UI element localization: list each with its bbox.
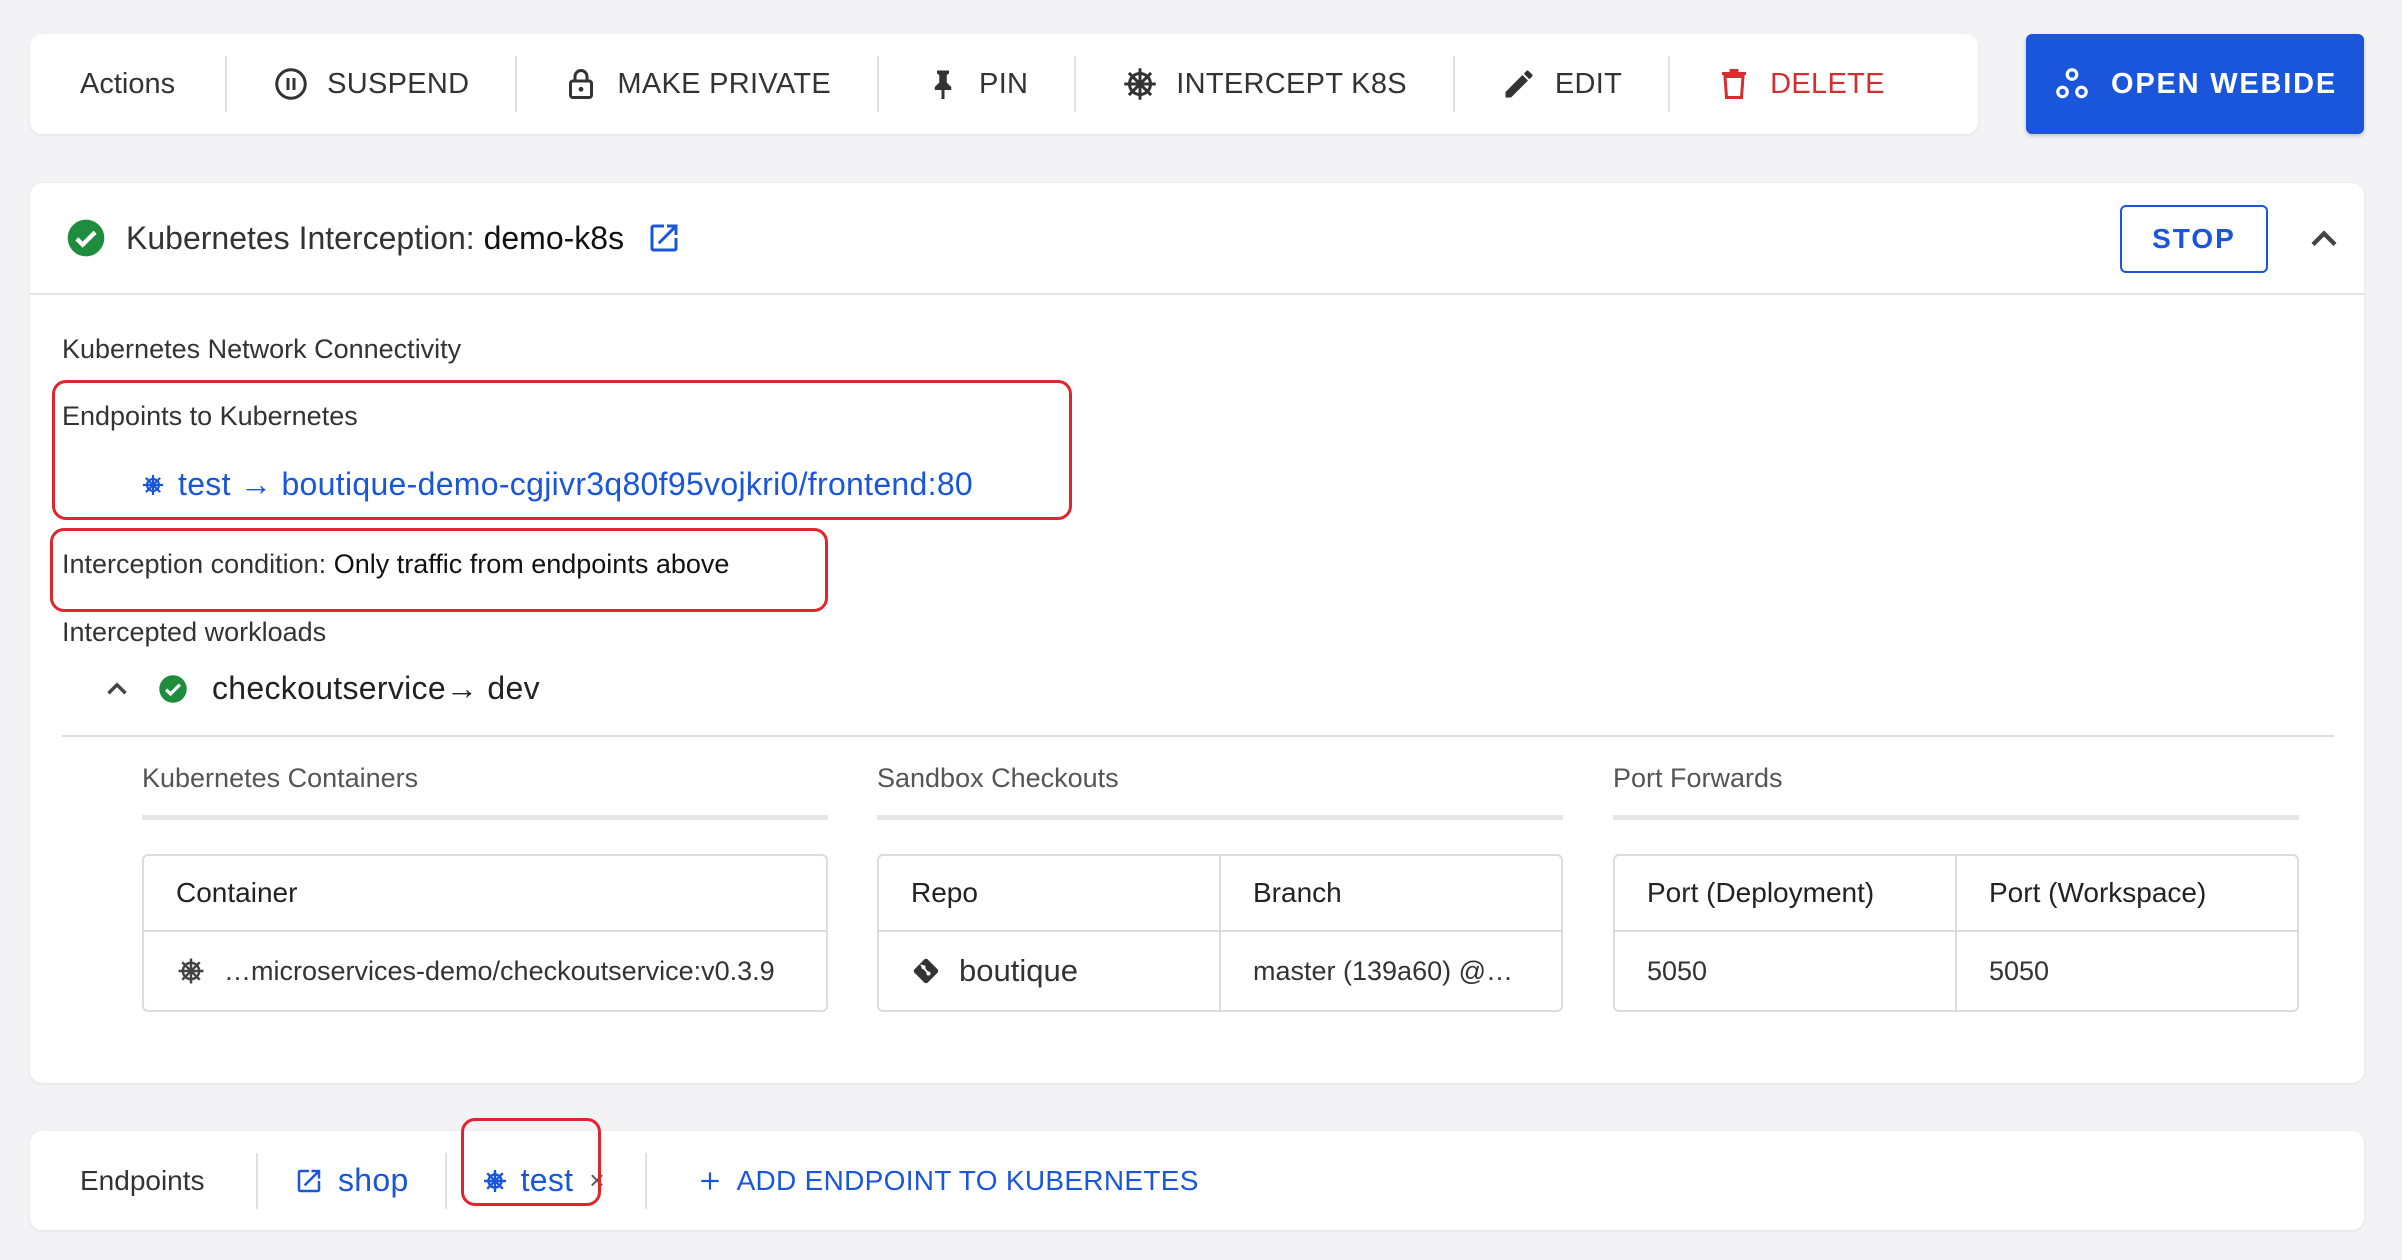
- endpoint-link-label: test → boutique-demo-cgjivr3q80f95vojkri…: [178, 466, 974, 502]
- section-title: Port Forwards: [1613, 763, 1783, 793]
- interception-name: demo-k8s: [483, 219, 625, 256]
- make-private-label: MAKE PRIVATE: [617, 67, 832, 100]
- endpoints-bar: Endpoints shop test × ADD ENDPOINT TO KU…: [30, 1118, 2364, 1230]
- stop-button[interactable]: STOP: [2120, 205, 2268, 273]
- kubernetes-containers-section: Kubernetes Containers Container …microse…: [142, 763, 828, 1012]
- chevron-up-icon[interactable]: [100, 672, 134, 706]
- interception-header: Kubernetes Interception: demo-k8s STOP: [30, 183, 2364, 295]
- trash-icon: [1722, 69, 1747, 99]
- check-circle-icon: [67, 219, 105, 257]
- table-cell: master (139a60) @…: [1219, 932, 1561, 1010]
- section-underline: [1613, 815, 2299, 820]
- pin-button[interactable]: PIN: [879, 34, 1074, 134]
- external-link-icon[interactable]: [646, 220, 682, 256]
- make-private-button[interactable]: MAKE PRIVATE: [517, 34, 877, 134]
- add-endpoint-button[interactable]: ADD ENDPOINT TO KUBERNETES: [647, 1165, 1199, 1197]
- chevron-up-icon[interactable]: [2302, 217, 2346, 261]
- table-header: Repo Branch: [879, 856, 1561, 932]
- suspend-button[interactable]: SUSPEND: [227, 34, 515, 134]
- table-cell: …microservices-demo/checkoutservice:v0.3…: [144, 932, 826, 1010]
- endpoints-to-kubernetes-heading: Endpoints to Kubernetes: [62, 401, 358, 431]
- kubernetes-icon: [142, 474, 164, 495]
- check-circle-icon: [159, 674, 187, 703]
- condition-label: Interception condition:: [62, 549, 334, 579]
- condition-value: Only traffic from endpoints above: [333, 549, 730, 579]
- open-webide-button[interactable]: OPEN WEBIDE: [2026, 34, 2364, 134]
- test-endpoint-highlight-box: [460, 1118, 601, 1206]
- sandbox-checkouts-section: Sandbox Checkouts Repo Branch boutique m…: [877, 763, 1563, 1012]
- suspend-label: SUSPEND: [327, 67, 470, 100]
- containers-table: Container …microservices-demo/checkoutse…: [142, 854, 828, 1012]
- column-header: Repo: [911, 877, 978, 908]
- add-endpoint-label: ADD ENDPOINT TO KUBERNETES: [736, 1164, 1199, 1196]
- divider: [62, 735, 2334, 737]
- open-webide-label: OPEN WEBIDE: [2110, 67, 2338, 100]
- actions-label: Actions: [80, 67, 176, 100]
- git-icon: [913, 958, 939, 984]
- endpoint-shop-link[interactable]: shop: [258, 1162, 445, 1199]
- endpoint-shop-label: shop: [338, 1162, 409, 1198]
- edit-button[interactable]: EDIT: [1455, 34, 1668, 134]
- pin-icon: [934, 70, 952, 99]
- table-cell: 5050: [1647, 955, 1708, 986]
- table-cell: boutique: [879, 932, 1219, 1010]
- section-title: Sandbox Checkouts: [877, 763, 1119, 793]
- repo-name: boutique: [959, 953, 1078, 988]
- webide-nodes-icon: [2056, 68, 2088, 99]
- table-row: …microservices-demo/checkoutservice:v0.3…: [144, 932, 826, 1010]
- kubernetes-interception-card: Kubernetes Interception: demo-k8s STOP K…: [30, 183, 2364, 1083]
- section-title: Kubernetes Containers: [142, 763, 419, 793]
- section-underline: [877, 815, 1563, 820]
- table-row: boutique master (139a60) @…: [879, 932, 1561, 1010]
- column-header: Port (Deployment): [1647, 877, 1875, 908]
- ports-table: Port (Deployment) Port (Workspace) 5050 …: [1613, 854, 2299, 1012]
- endpoint-link[interactable]: test → boutique-demo-cgjivr3q80f95vojkri…: [142, 466, 973, 503]
- delete-label: DELETE: [1770, 67, 1885, 100]
- pin-label: PIN: [979, 67, 1029, 100]
- network-connectivity-heading: Kubernetes Network Connectivity: [62, 334, 462, 364]
- external-link-icon: [297, 1169, 321, 1192]
- kubernetes-helm-icon: [178, 958, 204, 984]
- column-header: Branch: [1219, 856, 1561, 930]
- table-row: 5050 5050: [1615, 932, 2297, 1010]
- endpoints-label: Endpoints: [80, 1164, 205, 1196]
- table-header: Container: [144, 856, 826, 932]
- workload-row: checkoutservice→ dev: [100, 670, 540, 707]
- pencil-icon: [1505, 70, 1533, 98]
- container-image: …microservices-demo/checkoutservice:v0.3…: [224, 955, 775, 986]
- column-header: Port (Workspace): [1955, 856, 2297, 930]
- plus-icon: [700, 1171, 719, 1190]
- endpoint-test-link[interactable]: test: [447, 1118, 610, 1206]
- edit-label: EDIT: [1554, 67, 1623, 100]
- column-header: Container: [176, 877, 298, 908]
- interception-condition: Interception condition: Only traffic fro…: [62, 549, 729, 580]
- checkouts-table: Repo Branch boutique master (139a60) @…: [877, 854, 1563, 1012]
- section-underline: [142, 815, 828, 820]
- lock-icon: [569, 69, 594, 99]
- kubernetes-helm-icon: [1124, 68, 1157, 100]
- delete-button[interactable]: DELETE: [1670, 34, 1931, 134]
- intercept-k8s-button[interactable]: INTERCEPT K8S: [1076, 34, 1453, 134]
- table-header: Port (Deployment) Port (Workspace): [1615, 856, 2297, 932]
- intercepted-workloads-heading: Intercepted workloads: [62, 617, 327, 647]
- interception-title: Kubernetes Interception: demo-k8s: [126, 220, 624, 257]
- table-cell: 5050: [1955, 932, 2297, 1010]
- pause-circle-icon: [275, 68, 307, 100]
- interception-title-prefix: Kubernetes Interception:: [126, 219, 484, 256]
- workload-name: checkoutservice→ dev: [212, 670, 540, 706]
- actions-toolbar: Actions SUSPEND MAKE PRIVATE PIN INTERCE…: [30, 34, 1978, 134]
- intercept-k8s-label: INTERCEPT K8S: [1176, 67, 1407, 100]
- port-forwards-section: Port Forwards Port (Deployment) Port (Wo…: [1613, 763, 2299, 1012]
